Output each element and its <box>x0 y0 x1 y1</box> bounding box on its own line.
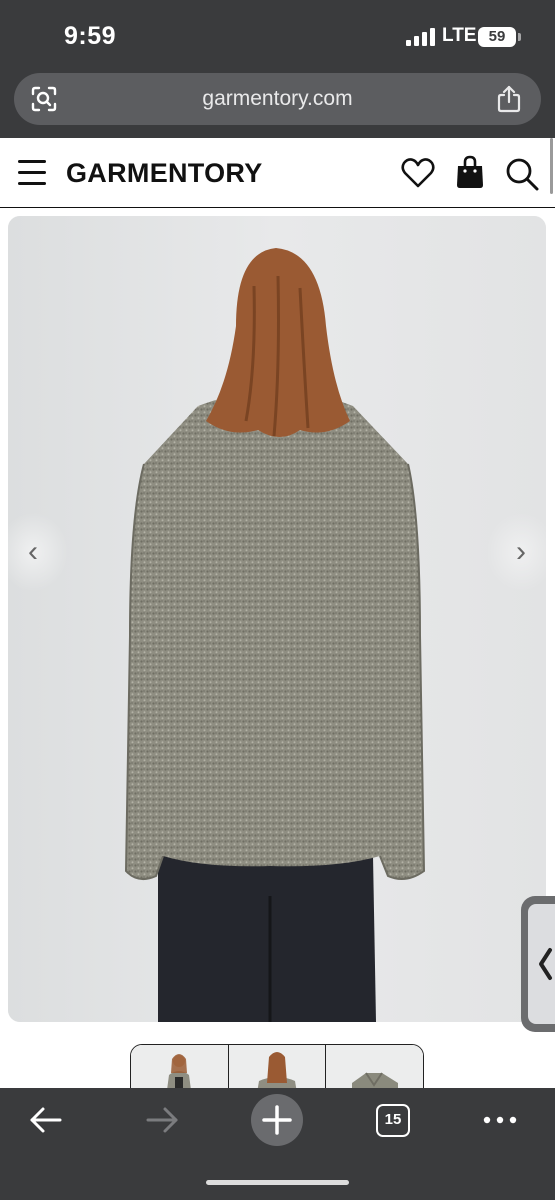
page-scroll-indicator <box>550 138 553 194</box>
new-tab-button[interactable] <box>251 1094 303 1146</box>
web-page: GARMENTORY ‹ › <box>0 138 555 1088</box>
product-photo <box>8 216 546 1022</box>
status-bar: 9:59 LTE 59 <box>0 0 555 70</box>
chevron-left-icon <box>539 948 552 980</box>
cellular-signal-icon <box>406 28 436 46</box>
tab-switcher-button[interactable]: 15 <box>376 1104 410 1137</box>
heart-icon[interactable] <box>400 156 436 190</box>
thumbnail-image <box>326 1045 423 1088</box>
address-bar[interactable]: garmentory.com <box>14 73 541 125</box>
gallery-prev-arrow[interactable]: ‹ <box>8 512 68 592</box>
site-logo[interactable]: GARMENTORY <box>66 158 263 189</box>
battery-icon: 59 <box>478 27 521 47</box>
thumbnail-back-view[interactable] <box>228 1045 327 1088</box>
thumbnail-image <box>228 1045 326 1088</box>
site-header: GARMENTORY <box>0 138 555 208</box>
url-text[interactable]: garmentory.com <box>14 87 541 111</box>
gallery-next-arrow[interactable]: › <box>486 512 546 592</box>
plus-icon <box>262 1105 292 1135</box>
shopping-bag-icon[interactable] <box>454 154 486 190</box>
more-dots-icon <box>483 1116 517 1124</box>
status-time: 9:59 <box>64 22 117 50</box>
network-type: LTE <box>442 25 477 46</box>
thumbnail-flat-view[interactable] <box>326 1045 423 1088</box>
thumbnail-strip <box>130 1044 424 1088</box>
more-options-button[interactable] <box>470 1098 530 1142</box>
product-image[interactable]: ‹ › <box>8 216 546 1022</box>
thumbnail-image <box>131 1045 228 1088</box>
back-arrow-icon <box>30 1107 62 1133</box>
side-panel-tab[interactable] <box>521 896 555 1032</box>
home-indicator <box>206 1180 349 1185</box>
battery-level: 59 <box>488 28 506 45</box>
hamburger-menu-icon[interactable] <box>18 160 48 186</box>
search-icon[interactable] <box>504 156 540 192</box>
forward-arrow-icon <box>146 1107 178 1133</box>
side-panel-handle <box>528 904 555 1024</box>
share-icon[interactable] <box>495 84 523 114</box>
back-button[interactable] <box>16 1098 76 1142</box>
thumbnail-front-view[interactable] <box>131 1045 229 1088</box>
forward-button[interactable] <box>132 1098 192 1142</box>
